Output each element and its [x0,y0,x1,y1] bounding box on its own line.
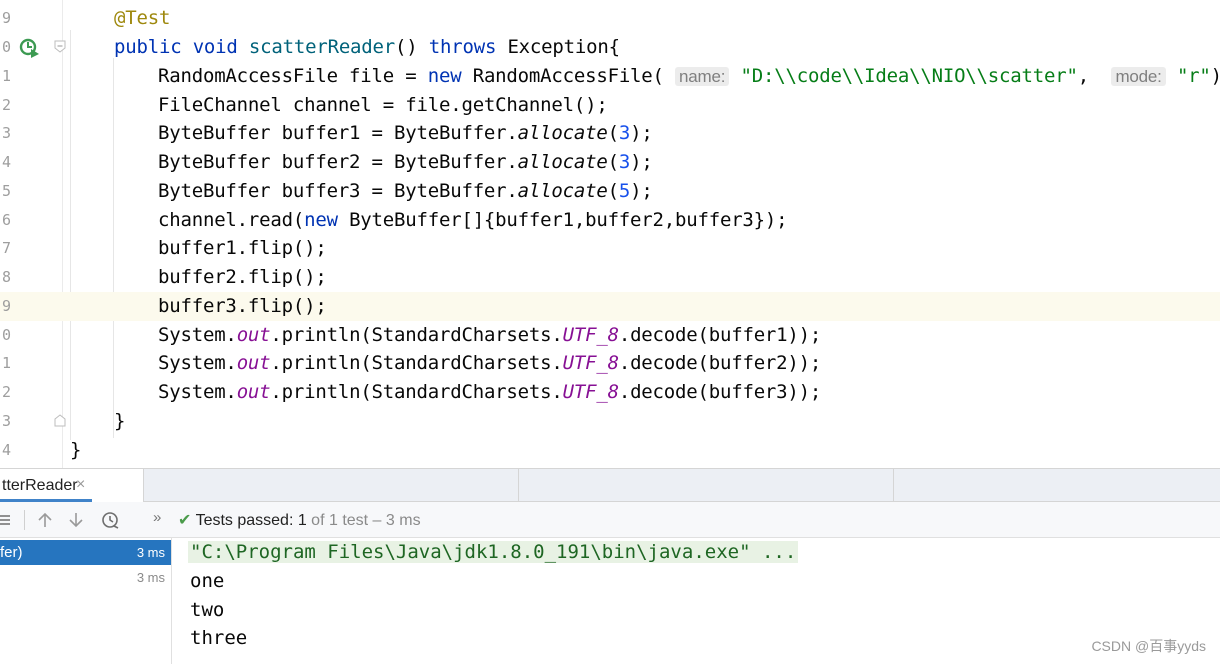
run-test-icon[interactable] [18,37,40,59]
code-line[interactable]: 2 System.out.println(StandardCharsets.UT… [0,378,1220,407]
code-editor[interactable]: 9 @Test 0 public void scatterReader() th… [0,0,1220,468]
console-command-line: "C:\Program Files\Java\jdk1.8.0_191\bin\… [188,541,799,563]
toolbar-separator [24,510,25,530]
file-channel-line: FileChannel channel = file.getChannel(); [158,94,608,116]
more-actions-icon[interactable]: » [153,509,161,526]
code-line[interactable]: 0 public void scatterReader() throws Exc… [0,33,1220,62]
watermark: CSDN @百事yyds [1091,638,1206,654]
println-line: System.out.println(StandardCharsets.UTF_… [158,352,822,374]
println-line: System.out.println(StandardCharsets.UTF_… [158,381,822,403]
line-number: 4 [2,441,12,459]
tab-divider [893,469,894,502]
test-tree-item[interactable]: fer) 3 ms [0,540,171,565]
code-line[interactable]: 1 RandomAccessFile file = new RandomAcce… [0,62,1220,91]
console-line: three [190,627,248,649]
arrow-up-icon[interactable] [35,510,55,530]
close-icon[interactable]: × [76,476,85,494]
random-access-file-line: RandomAccessFile file = new RandomAccess… [158,65,1220,87]
line-number: 7 [2,239,12,257]
line-number: 2 [2,96,12,114]
console-output[interactable]: "C:\Program Files\Java\jdk1.8.0_191\bin\… [172,538,1220,664]
param-hint-mode: mode: [1111,67,1166,86]
line-number: 6 [2,211,12,229]
line-number: 5 [2,182,12,200]
code-line[interactable]: 4 } [0,436,1220,465]
line-number: 0 [2,326,12,344]
code-line[interactable]: 9 @Test [0,4,1220,33]
fold-icon[interactable] [53,40,67,54]
run-tab-label: tterReader [2,477,78,494]
code-line[interactable]: 7 buffer1.flip(); [0,234,1220,263]
fold-end-icon[interactable] [53,413,67,427]
allocate-line: ByteBuffer buffer2 = ByteBuffer.allocate… [158,151,653,173]
allocate-line: ByteBuffer buffer3 = ByteBuffer.allocate… [158,180,653,202]
line-number: 2 [2,383,12,401]
test-duration: 3 ms [136,545,165,560]
line-number: 9 [2,297,12,315]
code-line[interactable]: 8 buffer2.flip(); [0,263,1220,292]
channel-read-line: channel.read(new ByteBuffer[]{buffer1,bu… [158,209,788,231]
code-line[interactable]: 3 } [0,407,1220,436]
test-tree-item[interactable]: 3 ms [0,565,171,590]
method-signature: public void scatterReader() throws Excep… [114,36,620,58]
code-line[interactable]: 2 FileChannel channel = file.getChannel(… [0,91,1220,120]
line-number: 3 [2,412,12,430]
code-line[interactable]: 3 ByteBuffer buffer1 = ByteBuffer.alloca… [0,119,1220,148]
arrow-down-icon[interactable] [66,510,86,530]
code-line-current[interactable]: 9 buffer3.flip(); [0,292,1220,321]
line-number: 8 [2,268,12,286]
tab-divider [518,469,519,502]
line-number: 9 [2,9,12,27]
line-number: 0 [2,38,12,56]
history-icon[interactable] [100,510,120,530]
line-number: 1 [2,354,12,372]
annotation-test: @Test [114,7,171,29]
flip-line: buffer2.flip(); [158,266,327,288]
run-tab[interactable]: tterReader × [0,469,143,502]
class-close-brace: } [70,439,82,461]
param-hint-name: name: [675,67,730,86]
line-number: 4 [2,153,12,171]
console-line: two [190,599,225,621]
method-close-brace: } [114,410,126,432]
test-tree: fer) 3 ms 3 ms [0,538,172,664]
line-number: 1 [2,67,12,85]
code-line[interactable]: 1 System.out.println(StandardCharsets.UT… [0,349,1220,378]
test-name: fer) [0,544,23,561]
allocate-line: ByteBuffer buffer1 = ByteBuffer.allocate… [158,122,653,144]
code-line[interactable]: 4 ByteBuffer buffer2 = ByteBuffer.alloca… [0,148,1220,177]
flip-line: buffer1.flip(); [158,237,327,259]
code-line[interactable]: 6 channel.read(new ByteBuffer[]{buffer1,… [0,206,1220,235]
run-tab-bar: tterReader × [0,468,1220,502]
line-number: 3 [2,124,12,142]
println-line: System.out.println(StandardCharsets.UTF_… [158,324,822,346]
test-runner-toolbar: » ✔ Tests passed: 1 of 1 test – 3 ms [0,502,1220,538]
check-icon: ✔ [178,512,192,529]
flip-line: buffer3.flip(); [158,295,327,317]
test-duration: 3 ms [136,570,165,585]
console-line: one [190,570,225,592]
collapse-all-icon[interactable] [0,510,16,530]
code-line[interactable]: 5 ByteBuffer buffer3 = ByteBuffer.alloca… [0,177,1220,206]
code-line[interactable]: 0 System.out.println(StandardCharsets.UT… [0,321,1220,350]
test-status: ✔ Tests passed: 1 of 1 test – 3 ms [178,512,421,529]
tab-divider [143,469,144,502]
